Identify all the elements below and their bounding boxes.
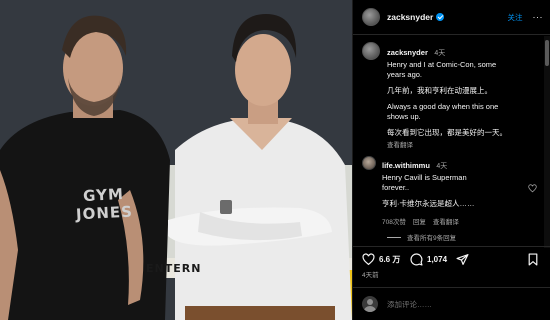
bookmark-icon [528,253,538,266]
scrollbar-thumb[interactable] [545,40,549,66]
commenter-username[interactable]: life.withimmu [382,161,430,170]
shirt-print: GYM JONES [75,184,134,224]
post-caption: zacksnyder 4天 Henry and I at Comic-Con, … [362,42,540,149]
see-translation-link[interactable]: 查看翻译 [387,139,537,149]
view-replies-link[interactable]: 查看所有9条回复 [387,232,456,242]
caption-time[interactable]: 4天 [434,50,445,57]
comment-time[interactable]: 4天 [436,163,447,170]
caption-translation: 每次看到它出现，都是美好的一天。 [387,128,507,137]
view-replies-label: 查看所有9条回复 [407,235,457,242]
comment-translation: 亨利·卡维尔永远是超人…… [382,199,475,208]
comment-see-translation-link[interactable]: 查看翻译 [433,216,459,226]
more-options-icon[interactable]: ··· [533,12,544,22]
comment-reply-button[interactable]: 回复 [413,216,426,226]
post-actions-bar: 6.6 万 1,074 4天前 [353,246,550,286]
heart-icon [362,253,375,266]
banner-text: ENTERN [146,262,202,275]
caption-author-avatar[interactable] [362,42,380,60]
share-icon [456,254,469,265]
commenter-avatar[interactable] [362,156,376,170]
caption-username[interactable]: zacksnyder [387,48,428,57]
like-button[interactable]: 6.6 万 [362,253,400,266]
comment-text: forever.. [382,183,410,192]
caption-translation: 几年前，我和亨利在动漫展上。 [387,86,492,95]
post-detail-panel: zacksnyder 关注 ··· zacksnyder 4天 Henry an… [352,0,550,320]
follow-button[interactable]: 关注 [508,12,523,23]
comment-text: Henry Cavill is Superman [382,173,467,182]
author-avatar[interactable] [362,8,380,26]
caption-line: Always a good day when this one [387,102,499,111]
author-username[interactable]: zacksnyder [387,12,433,22]
posted-time[interactable]: 4天前 [362,269,379,279]
comment-item: life.withimmu 4天 Henry Cavill is Superma… [362,155,540,226]
save-button[interactable] [527,253,539,266]
post-photo[interactable]: GYM JONES ENTERN [0,0,352,320]
caption-line: Henry and I at Comic-Con, some [387,60,497,69]
post-header: zacksnyder 关注 ··· [353,0,550,35]
current-user-avatar [362,296,378,312]
caption-line: shows up. [387,112,421,121]
caption-line: years ago. [387,70,423,79]
scrollbar[interactable] [544,36,550,248]
add-comment-bar [353,287,550,320]
replies-divider [387,236,401,238]
share-button[interactable] [456,253,469,266]
add-comment-input[interactable] [387,299,537,309]
comment-button[interactable]: 1,074 [410,253,447,266]
comment-bubble-icon [410,253,423,266]
comment-like-heart-icon[interactable] [528,184,537,193]
like-count: 6.6 万 [379,255,401,264]
verified-badge-icon [436,13,445,21]
comment-count: 1,074 [427,255,448,264]
comment-like-count[interactable]: 708次赞 [382,216,406,226]
